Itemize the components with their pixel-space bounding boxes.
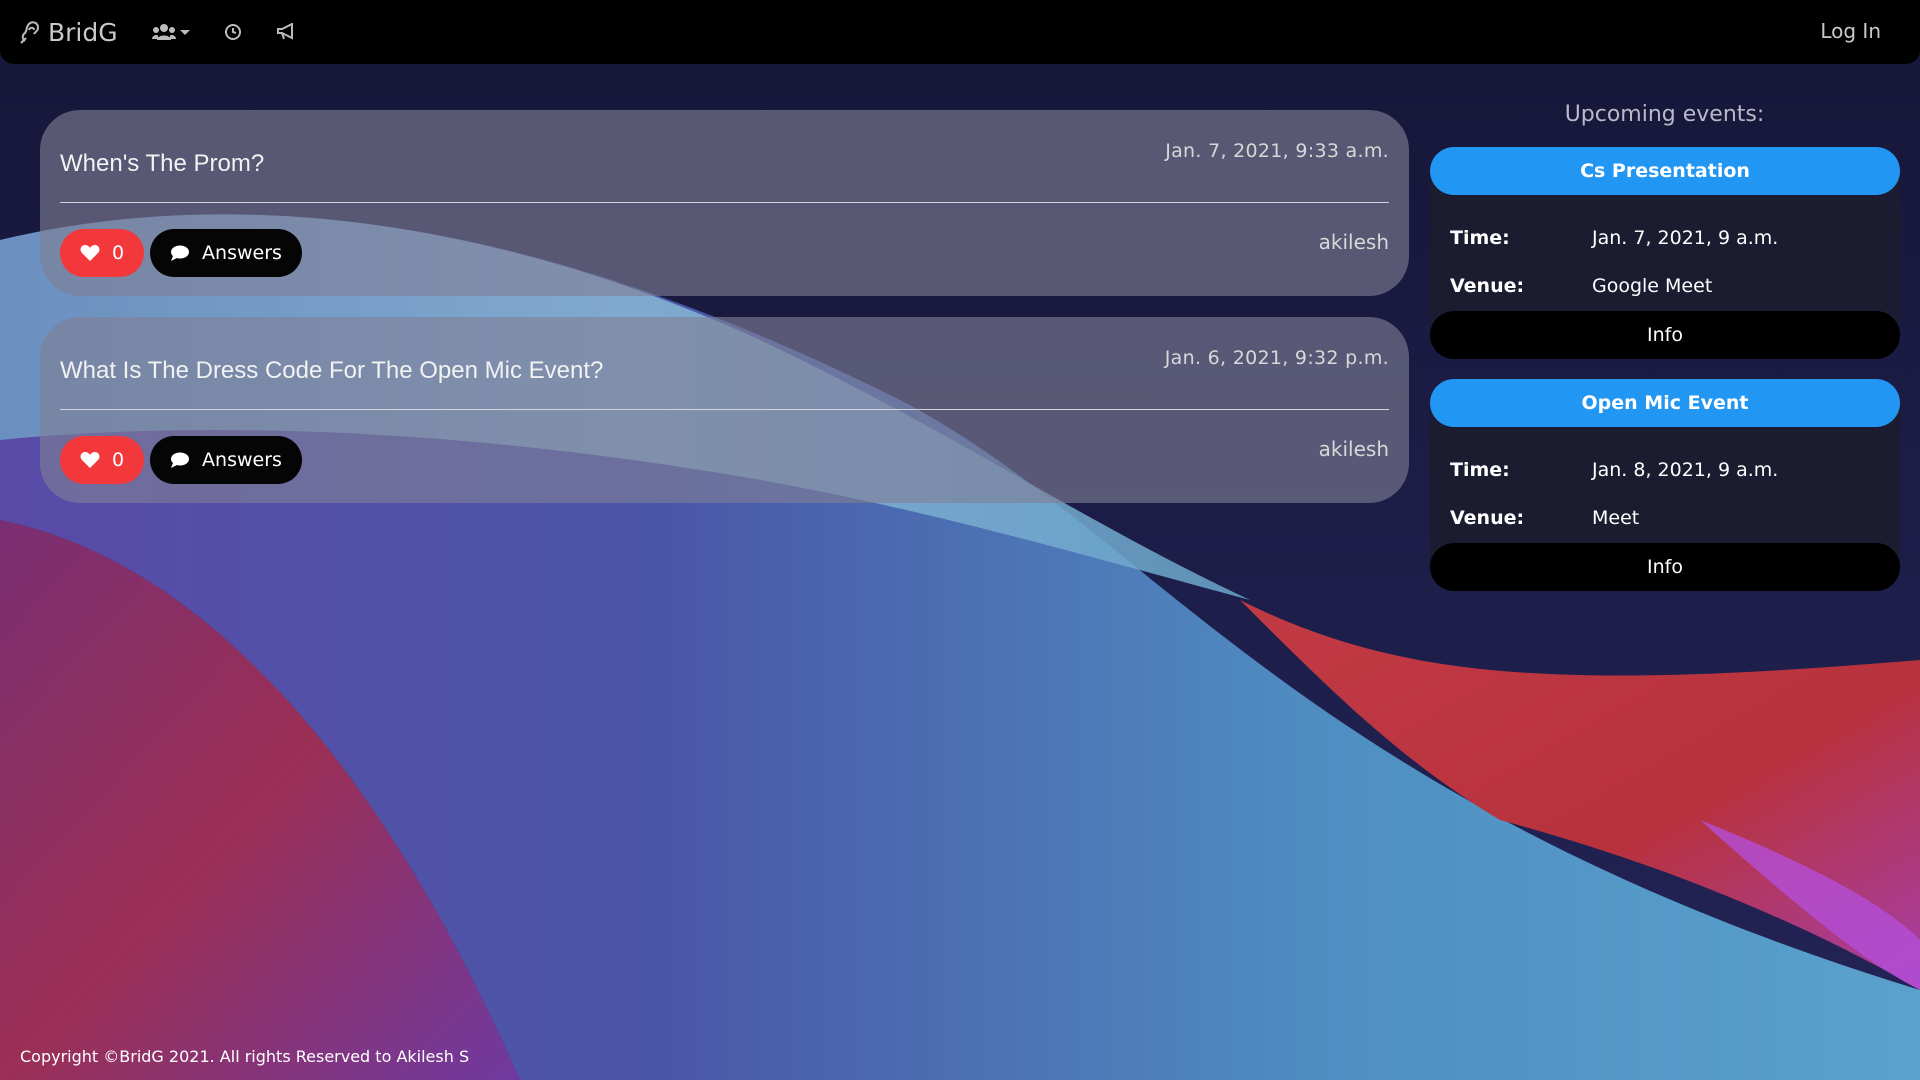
event-time-label: Time: [1450,227,1510,249]
event-time: Jan. 8, 2021, 9 a.m. [1592,459,1779,481]
question-date: Jan. 7, 2021, 9:33 a.m. [1165,140,1389,162]
login-link[interactable]: Log In [1820,19,1881,43]
event-venue-label: Venue: [1450,507,1525,529]
question-author: akilesh [1318,437,1389,461]
announcements-link[interactable] [276,23,296,41]
users-dropdown[interactable] [151,23,190,41]
clock-icon [224,24,241,40]
event-venue-label: Venue: [1450,275,1525,297]
users-icon [151,24,176,40]
answers-button[interactable]: Answers [150,229,302,277]
history-link[interactable] [224,23,242,41]
heart-icon [80,245,100,261]
question-card: When's The Prom? Jan. 7, 2021, 9:33 a.m.… [40,110,1409,296]
top-navbar: BridG Log In [0,0,1920,64]
question-title[interactable]: What Is The Dress Code For The Open Mic … [60,357,603,385]
like-count: 0 [111,449,125,471]
event-info-button[interactable]: Info [1430,311,1900,359]
event-venue: Google Meet [1592,275,1713,297]
event-venue: Meet [1592,507,1640,529]
brand-link[interactable]: BridG [18,18,118,47]
like-count: 0 [111,242,125,264]
answers-button[interactable]: Answers [150,436,302,484]
question-author: akilesh [1318,230,1389,254]
divider [60,202,1389,203]
answers-label: Answers [202,242,282,264]
bullhorn-icon [276,23,293,40]
comment-icon [171,452,190,468]
event-title-button[interactable]: Open Mic Event [1430,379,1900,427]
event-time-label: Time: [1450,459,1510,481]
event-card: Open Mic Event Time: Jan. 8, 2021, 9 a.m… [1430,379,1900,591]
comment-icon [171,245,190,261]
divider [60,409,1389,410]
heart-icon [80,452,100,468]
question-card: What Is The Dress Code For The Open Mic … [40,317,1409,503]
like-button[interactable]: 0 [60,436,144,484]
brand-name: BridG [48,17,118,47]
event-card: Cs Presentation Time: Jan. 7, 2021, 9 a.… [1430,147,1900,359]
like-button[interactable]: 0 [60,229,144,277]
question-title[interactable]: When's The Prom? [60,150,264,178]
footer-copyright: Copyright ©BridG 2021. All rights Reserv… [20,1047,470,1066]
ear-icon [20,21,40,44]
upcoming-events-heading: Upcoming events: [1564,102,1765,127]
event-time: Jan. 7, 2021, 9 a.m. [1592,227,1779,249]
event-title-button[interactable]: Cs Presentation [1430,147,1900,195]
answers-label: Answers [202,449,282,471]
chevron-down-icon [179,30,190,35]
event-info-button[interactable]: Info [1430,543,1900,591]
question-date: Jan. 6, 2021, 9:32 p.m. [1164,347,1389,369]
